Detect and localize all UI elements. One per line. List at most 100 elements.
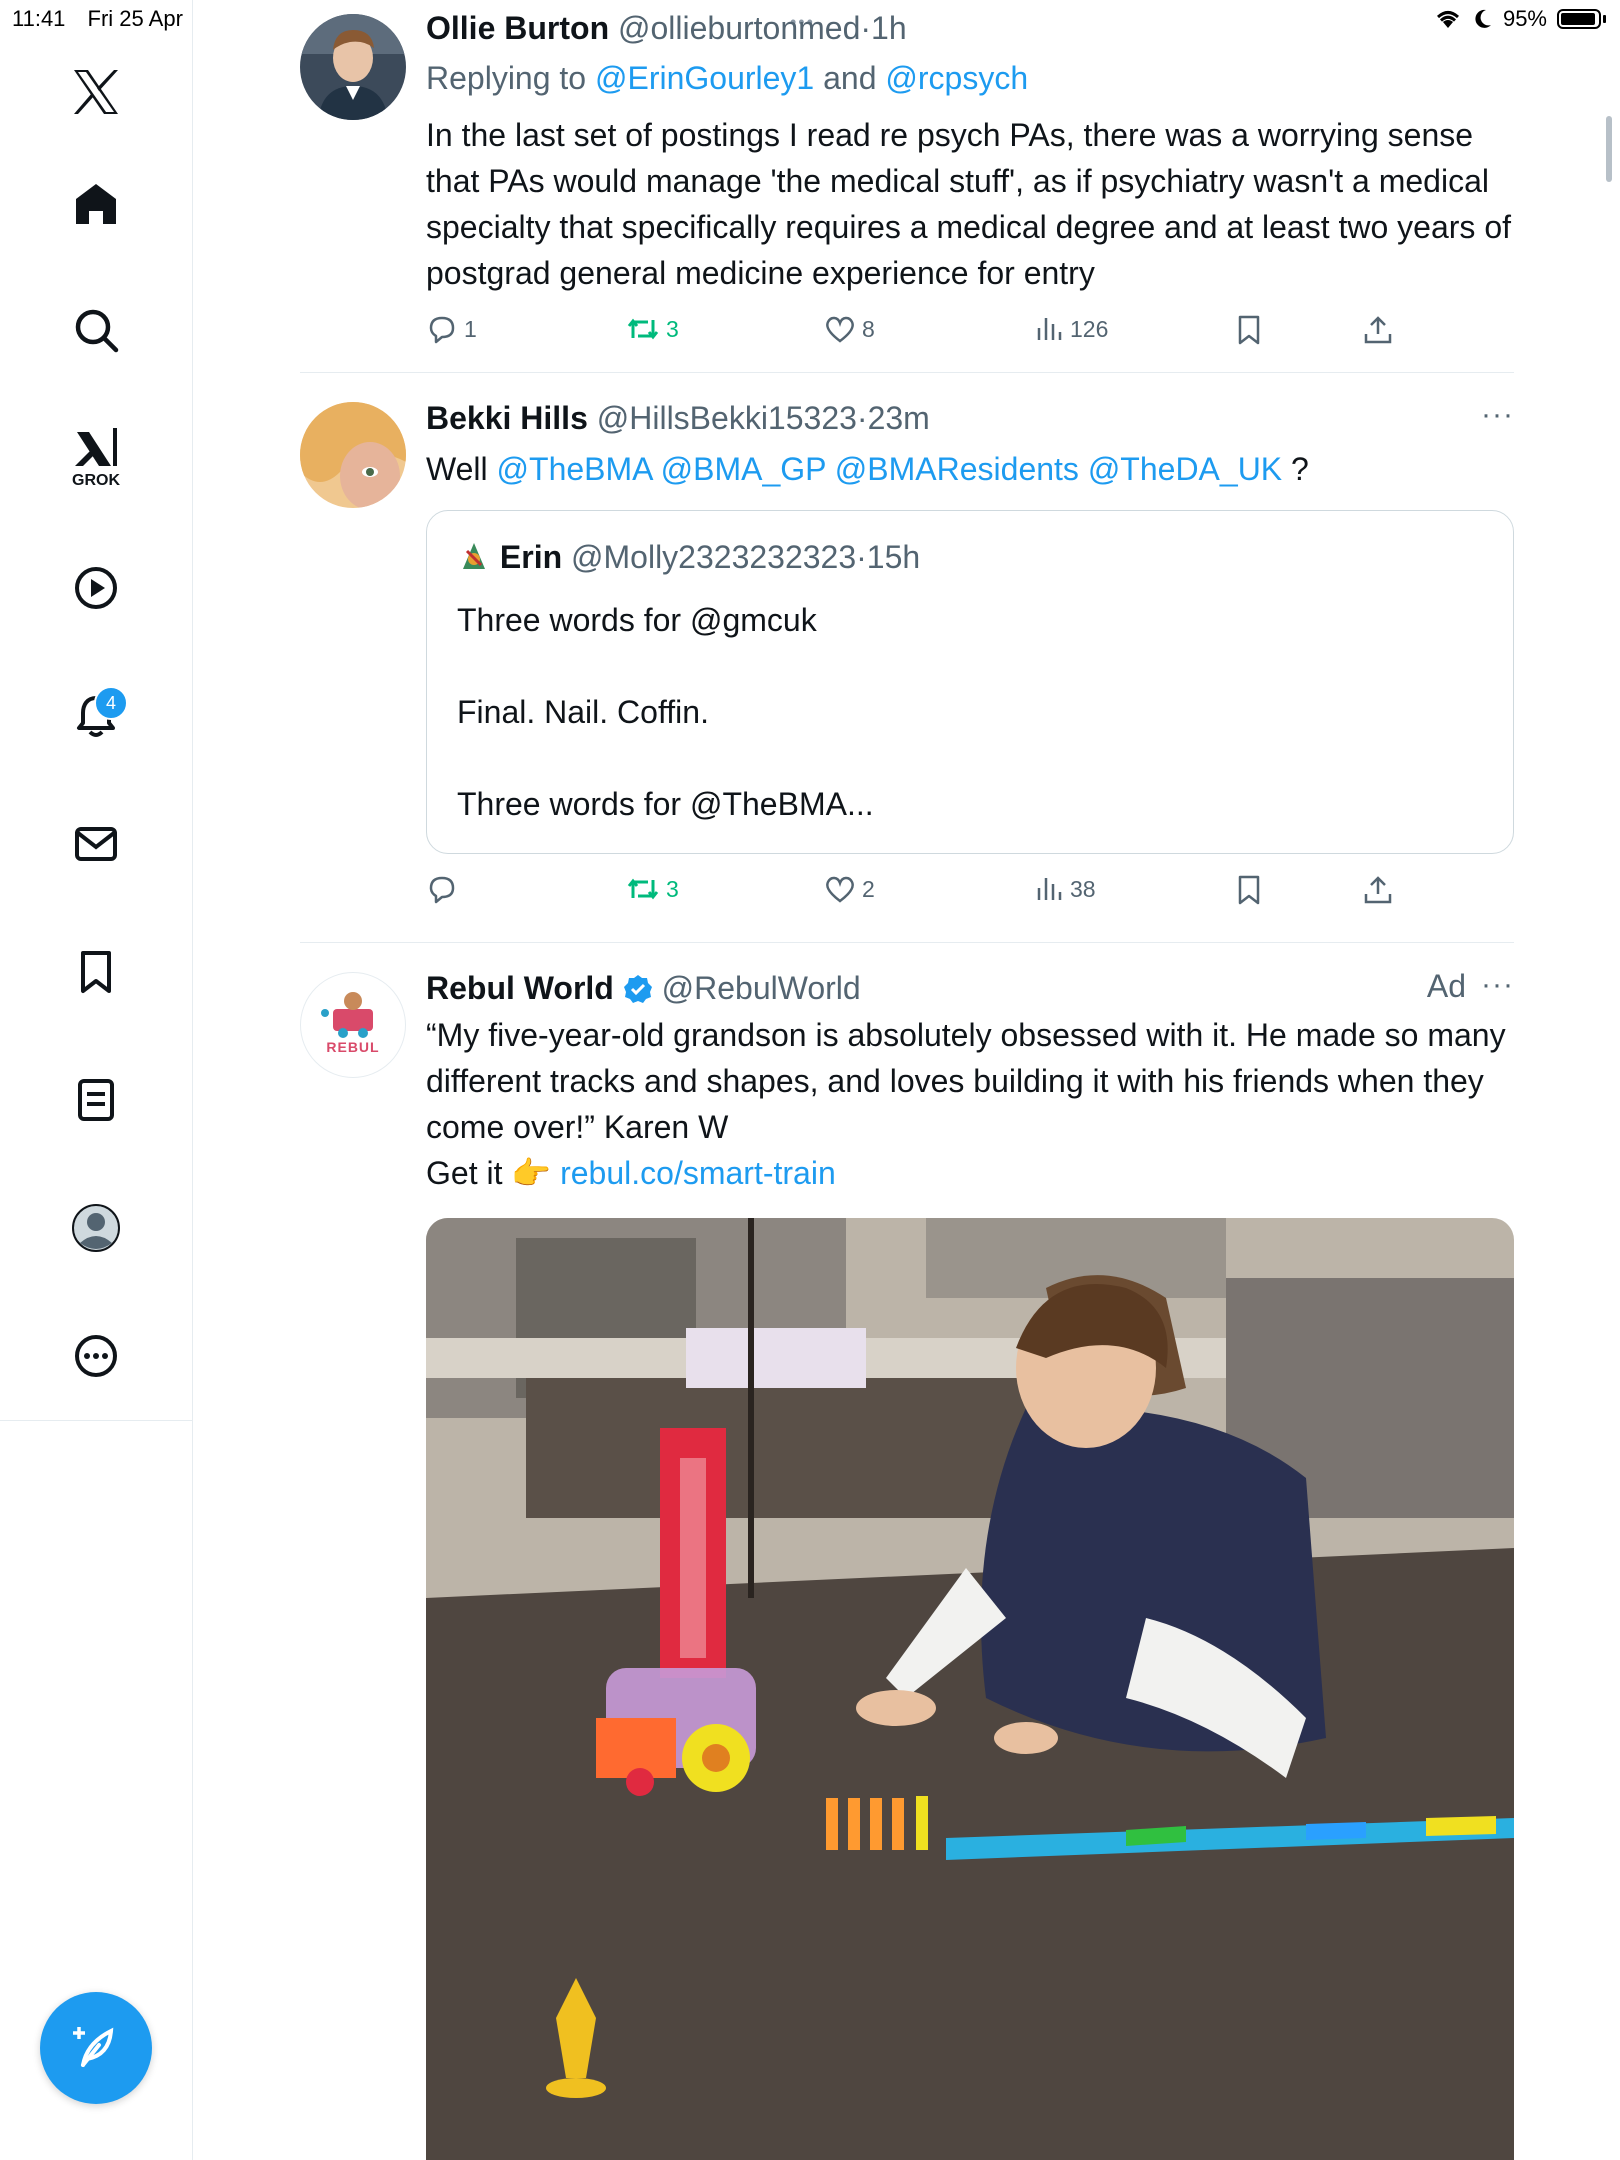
view-count: 126 (1070, 315, 1109, 342)
battery-icon (1557, 9, 1601, 29)
tweet-header: Bekki Hills @HillsBekki15323·23m (426, 398, 1514, 438)
mention-link[interactable]: @TheDA_UK (1088, 451, 1282, 487)
author-handle[interactable]: @ollieburtonmed (618, 10, 860, 46)
sidebar-item-profile[interactable] (56, 1188, 136, 1268)
views-button[interactable]: 126 (1034, 314, 1108, 344)
avatar[interactable] (300, 402, 406, 508)
repost-count: 3 (666, 315, 679, 342)
cta-line: Get it 👉 rebul.co/smart-train (426, 1150, 1514, 1196)
mention-link[interactable]: @TheBMA (497, 451, 652, 487)
sidebar-item-notifications[interactable]: 4 (56, 676, 136, 756)
author-name[interactable]: Ollie Burton (426, 10, 609, 46)
sidebar-item-grok[interactable]: GROK (56, 418, 136, 498)
author-name[interactable]: Bekki Hills (426, 400, 588, 436)
bookmark-button[interactable] (1234, 874, 1264, 906)
timestamp[interactable]: 1h (871, 10, 907, 46)
play-icon (75, 567, 117, 609)
replying-and: and (814, 60, 886, 96)
heart-icon (826, 316, 854, 343)
tweet-rebul-world-ad[interactable]: REBUL Rebul World @RebulWorld Ad ··· “My… (300, 968, 1514, 1218)
profile-icon (72, 1204, 120, 1252)
repost-icon (627, 878, 659, 900)
quote-text: Three words for @gmcuk Final. Nail. Coff… (457, 597, 874, 827)
author-name[interactable]: Rebul World (426, 970, 614, 1006)
bookmark-icon (81, 951, 111, 993)
tweet-text: Well @TheBMA @BMA_GP @BMAResidents @TheD… (426, 446, 1514, 492)
sidebar-item-messages[interactable] (56, 804, 136, 884)
tweet-header: Rebul World @RebulWorld (426, 968, 1514, 1008)
quote-line: Final. Nail. Coffin. (457, 694, 709, 730)
reply-count: 1 (464, 315, 477, 342)
bookmark-button[interactable] (1234, 314, 1264, 346)
tweet-header: Ollie Burton @ollieburtonmed·1h (426, 8, 1514, 48)
ad-video[interactable] (426, 1218, 1514, 2160)
compose-button[interactable] (40, 1992, 152, 2104)
author-handle[interactable]: @RebulWorld (662, 970, 861, 1006)
timestamp[interactable]: 23m (868, 400, 930, 436)
separator: · (860, 10, 872, 46)
sidebar-item-bookmarks[interactable] (56, 932, 136, 1012)
video-thumbnail (426, 1218, 1514, 2160)
tweet-text: In the last set of postings I read re ps… (426, 117, 1511, 291)
like-button[interactable]: 8 (824, 314, 875, 344)
more-options-button[interactable]: ··· (1481, 968, 1514, 1002)
share-button[interactable] (1362, 314, 1394, 346)
author-handle[interactable]: @HillsBekki15323 (597, 400, 857, 436)
sidebar-item-lists[interactable] (56, 1060, 136, 1140)
like-button[interactable]: 2 (824, 874, 875, 904)
battery-tip (1603, 15, 1606, 23)
mention-link[interactable]: @ErinGourley1 (595, 60, 814, 96)
notification-badge: 4 (94, 686, 128, 720)
view-count: 38 (1070, 875, 1096, 902)
quote-author-name[interactable]: Erin (500, 539, 562, 575)
replying-to: Replying to @ErinGourley1 and @rcpsych (426, 58, 1514, 98)
sidebar-item-home[interactable] (56, 164, 136, 244)
quote-header: Erin @Molly2323232323·15h (457, 539, 920, 576)
tweet-actions: 1 3 8 126 (426, 314, 1514, 354)
sidebar-item-videos[interactable] (56, 548, 136, 628)
replying-to-label: Replying to (426, 60, 595, 96)
avatar[interactable] (300, 14, 406, 120)
x-logo-icon[interactable] (56, 52, 136, 132)
quote-avatar (457, 539, 491, 573)
mention-link[interactable]: @BMAResidents (835, 451, 1079, 487)
sidebar-divider (0, 1420, 192, 1421)
mention-link[interactable]: @rcpsych (885, 60, 1028, 96)
tweet-divider (300, 372, 1514, 373)
like-count: 2 (862, 875, 875, 902)
quote-line: Three words for @TheBMA... (457, 786, 874, 822)
share-icon (1364, 876, 1392, 904)
mail-icon (75, 827, 117, 861)
search-icon (75, 309, 119, 353)
share-button[interactable] (1362, 874, 1394, 906)
scrollbar[interactable] (1606, 116, 1612, 182)
repost-button[interactable]: 3 (626, 874, 679, 904)
repost-button[interactable]: 3 (626, 314, 679, 344)
tweet-divider (300, 942, 1514, 943)
ad-link[interactable]: rebul.co/smart-train (560, 1155, 836, 1191)
tweet-bekki-hills[interactable]: Bekki Hills @HillsBekki15323·23m ··· Wel… (300, 398, 1514, 928)
quote-timestamp[interactable]: 15h (867, 539, 920, 575)
quote-author-handle[interactable]: @Molly2323232323 (571, 539, 856, 575)
reply-button[interactable] (426, 874, 464, 904)
tweet-text-prefix: Well (426, 451, 497, 487)
avatar-brand-text: REBUL (326, 1039, 380, 1055)
avatar[interactable]: REBUL (300, 972, 406, 1078)
quoted-tweet[interactable]: Erin @Molly2323232323·15h Three words fo… (426, 510, 1514, 854)
separator: · (856, 400, 868, 436)
views-button[interactable]: 38 (1034, 874, 1096, 904)
sidebar-item-search[interactable] (56, 290, 136, 370)
quote-line: Three words for @gmcuk (457, 602, 817, 638)
repost-icon (627, 318, 659, 340)
bookmark-icon (1238, 315, 1260, 345)
tweet-ollie-burton[interactable]: Ollie Burton @ollieburtonmed·1h Replying… (300, 8, 1514, 348)
cta-prefix: Get it 👉 (426, 1155, 561, 1191)
more-options-button[interactable]: ··· (1481, 398, 1514, 432)
sidebar-item-more[interactable] (56, 1316, 136, 1396)
reply-icon (429, 876, 455, 904)
heart-icon (826, 876, 854, 903)
reply-button[interactable]: 1 (426, 314, 477, 344)
compose-icon (73, 2027, 114, 2067)
like-count: 8 (862, 315, 875, 342)
mention-link[interactable]: @BMA_GP (661, 451, 826, 487)
